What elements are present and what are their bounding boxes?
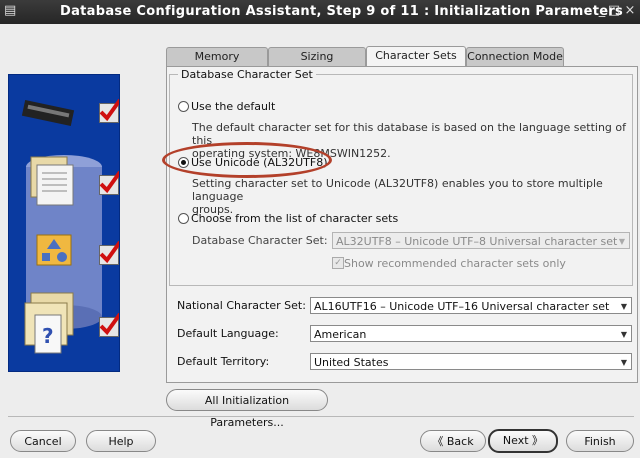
chevron-down-icon: ▼ [620, 330, 628, 339]
default-territory-select[interactable]: United States ▼ [310, 353, 632, 370]
highlight-annotation [162, 142, 332, 178]
tab-sizing[interactable]: Sizing [268, 47, 366, 66]
use-unicode-description: Setting character set to Unicode (AL32UT… [192, 177, 603, 216]
default-language-label: Default Language: [177, 327, 279, 340]
use-default-label[interactable]: Use the default [191, 100, 275, 113]
cancel-button[interactable]: Cancel [10, 430, 76, 452]
wizard-illustration: ? [8, 74, 120, 372]
choose-charset-radio[interactable] [178, 213, 189, 224]
step-check-icon [99, 240, 119, 265]
shapes-icon [36, 234, 72, 266]
maximize-button[interactable]: □ [606, 3, 622, 19]
window-title: Database Configuration Assistant, Step 9… [60, 4, 624, 19]
show-recommended-label: Show recommended character sets only [344, 257, 566, 270]
default-language-select[interactable]: American ▼ [310, 325, 632, 342]
db-charset-select[interactable]: AL32UTF8 – Unicode UTF–8 Universal chara… [332, 232, 630, 249]
step-check-icon [99, 98, 119, 123]
back-arrow-icon: 《 [432, 435, 447, 448]
tab-character-sets[interactable]: Character Sets [366, 46, 466, 67]
finish-button[interactable]: Finish [566, 430, 634, 452]
memory-chip-icon [21, 99, 75, 127]
help-folders-icon: ? [24, 292, 74, 354]
tab-memory[interactable]: Memory [166, 47, 268, 66]
documents-icon [30, 156, 74, 206]
step-check-icon [99, 170, 119, 195]
next-arrow-icon: 》 [528, 434, 544, 447]
svg-text:?: ? [42, 324, 54, 348]
db-charset-field-label: Database Character Set: [192, 234, 328, 247]
step-check-icon [99, 312, 119, 337]
back-button[interactable]: 《 Back [420, 430, 486, 452]
chevron-down-icon: ▼ [620, 358, 628, 367]
close-button[interactable]: × [622, 3, 638, 19]
use-default-radio[interactable] [178, 101, 189, 112]
national-charset-label: National Character Set: [177, 299, 306, 312]
chevron-down-icon: ▼ [620, 302, 628, 311]
national-charset-select[interactable]: AL16UTF16 – Unicode UTF–16 Universal cha… [310, 297, 632, 314]
window-menu-icon[interactable]: ▤ [4, 4, 18, 18]
show-recommended-checkbox[interactable]: ✓ [332, 257, 344, 269]
default-territory-label: Default Territory: [177, 355, 270, 368]
next-button[interactable]: Next 》 [488, 429, 558, 453]
divider [8, 416, 634, 417]
help-button[interactable]: Help [86, 430, 156, 452]
title-bar[interactable]: ▤ Database Configuration Assistant, Step… [0, 0, 640, 24]
choose-charset-label[interactable]: Choose from the list of character sets [191, 212, 398, 225]
group-title: Database Character Set [178, 68, 316, 81]
all-init-params-button[interactable]: All Initialization Parameters... [166, 389, 328, 429]
tab-connection-mode[interactable]: Connection Mode [466, 47, 564, 66]
chevron-down-icon: ▼ [618, 237, 626, 246]
